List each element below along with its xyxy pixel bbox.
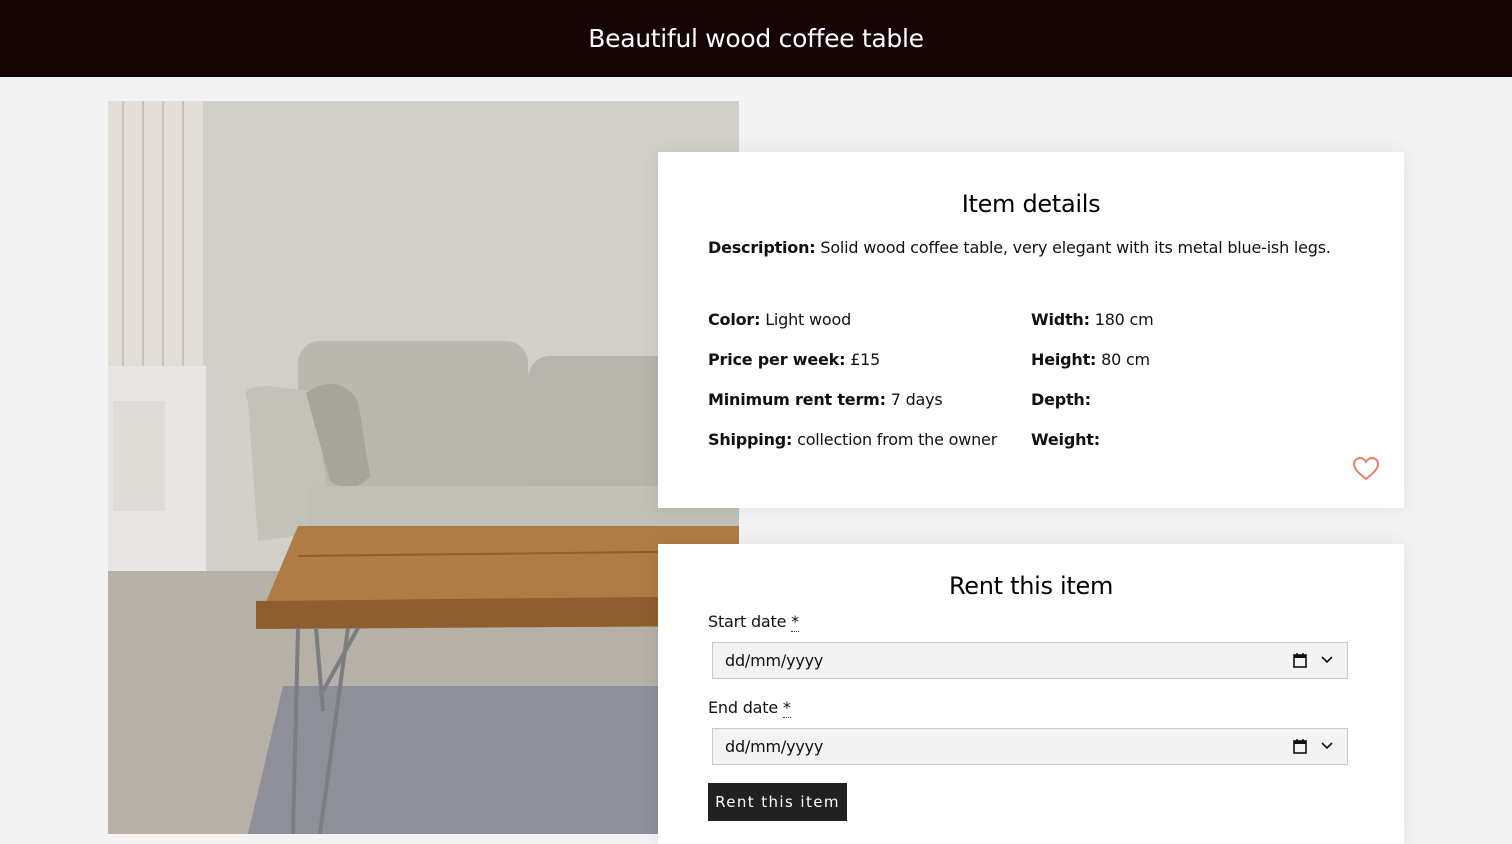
rent-item-card: Rent this item Start date * dd/mm/yyyy E… bbox=[658, 544, 1404, 844]
attribute-label: Weight: bbox=[1031, 430, 1100, 449]
description-label: Description: bbox=[708, 238, 816, 257]
description-value: Solid wood coffee table, very elegant wi… bbox=[820, 238, 1331, 257]
min-rent-term-attribute: Minimum rent term: 7 days bbox=[708, 390, 943, 409]
end-date-placeholder: dd/mm/yyyy bbox=[725, 737, 824, 756]
attribute-label: Color: bbox=[708, 310, 761, 329]
chevron-down-icon[interactable] bbox=[1321, 655, 1333, 665]
start-date-placeholder: dd/mm/yyyy bbox=[725, 651, 824, 670]
start-date-input[interactable]: dd/mm/yyyy bbox=[712, 642, 1348, 679]
depth-attribute: Depth: bbox=[1031, 390, 1091, 409]
attribute-value: collection from the owner bbox=[797, 430, 998, 449]
width-attribute: Width: 180 cm bbox=[1031, 310, 1154, 329]
end-date-label-text: End date bbox=[708, 698, 778, 717]
attribute-value: Light wood bbox=[765, 310, 852, 329]
calendar-icon[interactable] bbox=[1293, 653, 1307, 668]
start-date-label-text: Start date bbox=[708, 612, 787, 631]
start-date-label: Start date * bbox=[708, 612, 799, 632]
attribute-value: 7 days bbox=[890, 390, 943, 409]
attribute-value: 180 cm bbox=[1094, 310, 1154, 329]
item-details-card: Item details Description: Solid wood cof… bbox=[658, 152, 1404, 508]
heart-icon[interactable] bbox=[1352, 456, 1380, 481]
attribute-label: Height: bbox=[1031, 350, 1097, 369]
height-attribute: Height: 80 cm bbox=[1031, 350, 1150, 369]
attribute-value: £15 bbox=[850, 350, 881, 369]
attribute-label: Depth: bbox=[1031, 390, 1091, 409]
end-date-label: End date * bbox=[708, 698, 791, 718]
shipping-attribute: Shipping: collection from the owner bbox=[708, 430, 997, 449]
chevron-down-icon[interactable] bbox=[1321, 741, 1333, 751]
item-details-title: Item details bbox=[961, 190, 1101, 218]
attribute-value: 80 cm bbox=[1101, 350, 1150, 369]
required-marker: * bbox=[782, 698, 791, 718]
attribute-label: Price per week: bbox=[708, 350, 846, 369]
color-attribute: Color: Light wood bbox=[708, 310, 851, 329]
price-attribute: Price per week: £15 bbox=[708, 350, 880, 369]
description: Description: Solid wood coffee table, ve… bbox=[708, 238, 1331, 257]
attribute-label: Width: bbox=[1031, 310, 1090, 329]
required-marker: * bbox=[791, 612, 799, 632]
end-date-input[interactable]: dd/mm/yyyy bbox=[712, 728, 1348, 765]
rent-item-title: Rent this item bbox=[948, 572, 1114, 600]
page-header: Beautiful wood coffee table bbox=[0, 0, 1512, 77]
attribute-label: Shipping: bbox=[708, 430, 793, 449]
page-title: Beautiful wood coffee table bbox=[588, 24, 924, 53]
weight-attribute: Weight: bbox=[1031, 430, 1100, 449]
attribute-label: Minimum rent term: bbox=[708, 390, 886, 409]
product-photo bbox=[108, 101, 739, 834]
rent-item-button[interactable]: Rent this item bbox=[708, 783, 847, 821]
calendar-icon[interactable] bbox=[1293, 739, 1307, 754]
